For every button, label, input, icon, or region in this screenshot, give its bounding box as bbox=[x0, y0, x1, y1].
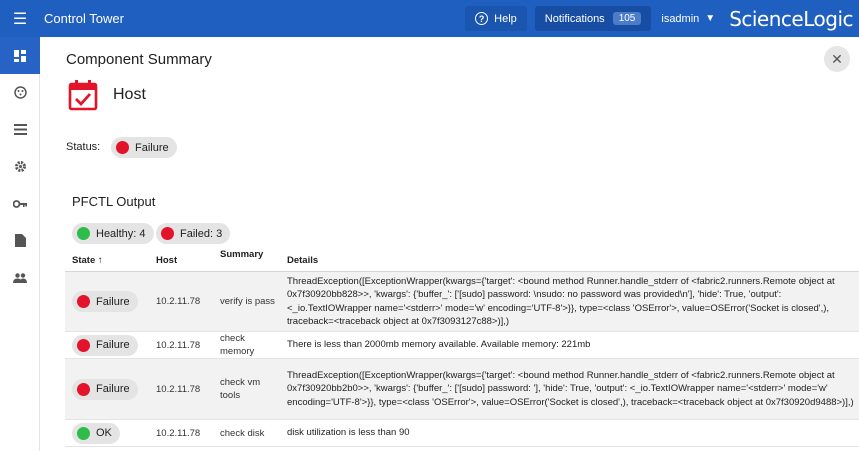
notifications-count-badge: 105 bbox=[612, 12, 642, 25]
column-header-details[interactable]: Details bbox=[280, 255, 859, 271]
menu-icon[interactable]: ☰ bbox=[0, 0, 40, 37]
nav-credentials[interactable] bbox=[0, 185, 40, 222]
column-header-host[interactable]: Host bbox=[149, 255, 213, 271]
nav-dashboard[interactable] bbox=[0, 37, 40, 74]
failure-dot-icon bbox=[77, 295, 90, 308]
side-nav bbox=[0, 37, 40, 451]
status-label: Status: bbox=[66, 141, 101, 153]
column-header-summary[interactable]: Summary bbox=[213, 249, 280, 271]
dashboard-icon bbox=[14, 49, 26, 62]
nav-palette[interactable] bbox=[0, 74, 40, 111]
failed-label: Failed: 3 bbox=[180, 227, 223, 240]
nav-settings[interactable] bbox=[0, 148, 40, 185]
notifications-label: Notifications bbox=[544, 12, 605, 25]
failure-dot-icon bbox=[77, 382, 90, 396]
pfctl-output-table: State ↑ Host Summary Details Failure 10.… bbox=[65, 249, 859, 447]
notifications-button[interactable]: Notifications 105 bbox=[534, 6, 652, 31]
host-title: Host bbox=[113, 86, 146, 103]
close-icon: ✕ bbox=[831, 50, 843, 67]
users-icon bbox=[13, 272, 27, 283]
ok-dot-icon bbox=[77, 426, 90, 440]
document-icon bbox=[14, 234, 26, 247]
healthy-label: Healthy: 4 bbox=[96, 227, 146, 240]
help-icon: ? bbox=[475, 12, 489, 25]
page-title: Component Summary bbox=[66, 51, 212, 68]
failure-dot-icon bbox=[77, 338, 90, 352]
close-button[interactable]: ✕ bbox=[824, 46, 850, 72]
summary-cell: check vm tools bbox=[220, 377, 261, 401]
state-badge: OK bbox=[72, 422, 120, 444]
state-cell: Failure bbox=[65, 334, 149, 356]
component-summary-panel: Component Summary ✕ Host Status: Failure… bbox=[40, 37, 859, 451]
key-icon bbox=[13, 199, 27, 208]
failed-filter-chip[interactable]: Failed: 3 bbox=[156, 223, 231, 244]
chevron-down-icon: ▼ bbox=[705, 13, 716, 24]
host-cell: 10.2.11.78 bbox=[156, 339, 201, 351]
list-icon bbox=[13, 124, 27, 135]
nav-users[interactable] bbox=[0, 259, 40, 296]
table-row[interactable]: OK 10.2.11.78 check disk disk utilizatio… bbox=[65, 420, 859, 447]
user-name: isadmin bbox=[661, 12, 700, 25]
failure-dot-icon bbox=[161, 227, 174, 240]
ok-dot-icon bbox=[77, 227, 90, 240]
state-value: Failure bbox=[96, 383, 130, 395]
table-row[interactable]: Failure 10.2.11.78 check vm tools Thread… bbox=[65, 359, 859, 420]
summary-cell: check disk bbox=[220, 427, 265, 439]
help-label: Help bbox=[494, 12, 517, 25]
failure-dot-icon bbox=[116, 141, 129, 154]
status-value: Failure bbox=[135, 141, 169, 154]
details-cell: disk utilization is less than 90 bbox=[287, 427, 410, 439]
host-cell: 10.2.11.78 bbox=[156, 296, 201, 307]
app-title: Control Tower bbox=[44, 11, 124, 26]
calendar-check-icon bbox=[68, 80, 98, 111]
host-cell: 10.2.11.78 bbox=[156, 383, 201, 395]
host-cell: 10.2.11.78 bbox=[156, 427, 201, 439]
brand-logo: ScienceLogic bbox=[729, 6, 853, 31]
pfctl-output-title: PFCTL Output bbox=[72, 194, 156, 209]
state-cell: OK bbox=[65, 422, 149, 444]
status-badge: Failure bbox=[111, 137, 177, 158]
state-value: OK bbox=[96, 427, 112, 439]
state-cell: Failure bbox=[65, 378, 149, 400]
column-header-state[interactable]: State ↑ bbox=[65, 255, 149, 271]
gear-icon bbox=[14, 161, 26, 172]
help-button[interactable]: ? Help bbox=[465, 6, 527, 31]
nav-documents[interactable] bbox=[0, 222, 40, 259]
table-row[interactable]: Failure 10.2.11.78 verify is pass Thread… bbox=[65, 272, 859, 332]
state-cell: Failure bbox=[65, 291, 149, 312]
state-badge: Failure bbox=[72, 334, 138, 356]
summary-cell: verify is pass bbox=[220, 296, 275, 307]
summary-cell: check memory bbox=[220, 333, 255, 357]
nav-list[interactable] bbox=[0, 111, 40, 148]
state-badge: Failure bbox=[72, 378, 138, 400]
user-menu[interactable]: isadmin ▼ bbox=[661, 13, 715, 25]
top-bar: ☰ Control Tower ? Help Notifications 105… bbox=[0, 0, 859, 37]
palette-icon bbox=[13, 86, 27, 99]
table-row[interactable]: Failure 10.2.11.78 check memory There is… bbox=[65, 332, 859, 359]
state-value: Failure bbox=[96, 339, 130, 351]
table-header: State ↑ Host Summary Details bbox=[65, 249, 859, 272]
healthy-filter-chip[interactable]: Healthy: 4 bbox=[72, 223, 154, 244]
details-cell: There is less than 2000mb memory availab… bbox=[287, 339, 591, 351]
details-cell: ThreadException([ExceptionWrapper(kwargs… bbox=[287, 275, 835, 328]
state-value: Failure bbox=[96, 295, 130, 308]
state-badge: Failure bbox=[72, 291, 138, 312]
details-cell: ThreadException([ExceptionWrapper(kwargs… bbox=[287, 369, 854, 408]
